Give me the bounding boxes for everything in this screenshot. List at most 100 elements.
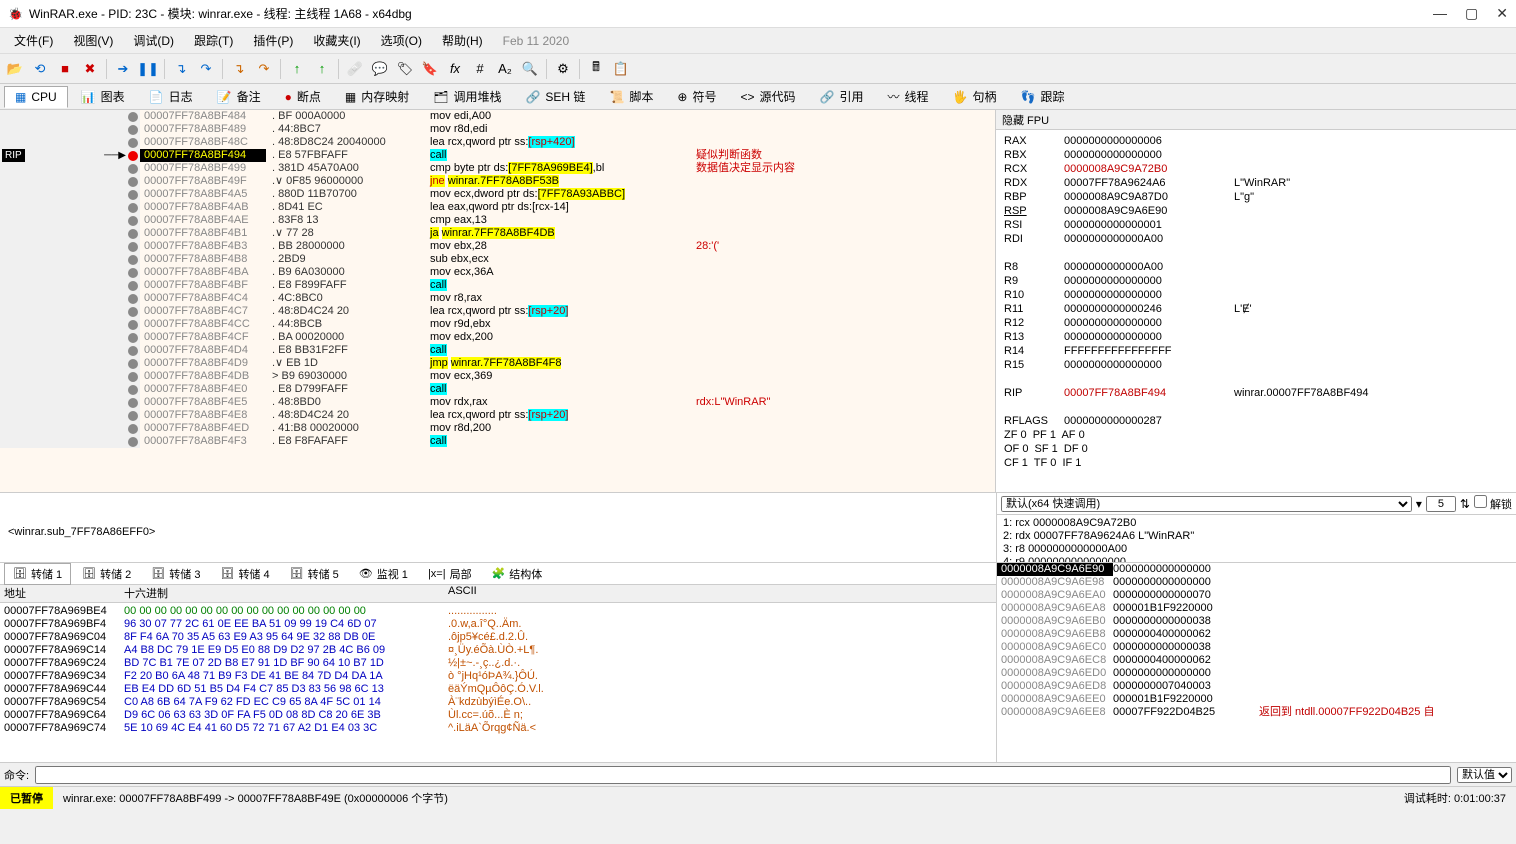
disasm-row[interactable]: 00007FF78A8BF4CF. BA 00020000mov edx,200 <box>0 331 995 344</box>
register-row[interactable]: RBP0000008A9C9A87D0L"g" <box>1004 190 1508 204</box>
breakpoint-dot[interactable] <box>128 411 138 421</box>
register-row[interactable]: RSP0000008A9C9A6E90 <box>1004 204 1508 218</box>
text-icon[interactable]: A₂ <box>494 58 516 80</box>
functions-icon[interactable]: fx <box>444 58 466 80</box>
run-to-user-icon[interactable]: ↑ <box>311 58 333 80</box>
disasm-row[interactable]: 00007FF78A8BF4E5. 48:8BD0mov rdx,raxrdx:… <box>0 396 995 409</box>
register-row[interactable]: RDX00007FF78A9624A6L"WinRAR" <box>1004 176 1508 190</box>
stack-row[interactable]: 0000008A9C9A6EC80000000400000062 <box>997 654 1516 667</box>
tab-breakpoints[interactable]: ●断点 <box>274 84 332 109</box>
tab-notes[interactable]: 📝备注 <box>206 84 272 109</box>
command-input[interactable] <box>35 766 1451 784</box>
stack-row[interactable]: 0000008A9C9A6E980000000000000000 <box>997 576 1516 589</box>
tab-refs[interactable]: 🔗引用 <box>809 84 875 109</box>
dump-row[interactable]: 00007FF78A969C44EB E4 DD 6D 51 B5 D4 F4 … <box>0 683 996 696</box>
breakpoint-dot[interactable] <box>128 203 138 213</box>
register-row[interactable] <box>1004 246 1508 260</box>
dump-row[interactable]: 00007FF78A969C048F F4 6A 70 35 A5 63 E9 … <box>0 631 996 644</box>
disasm-row[interactable]: 00007FF78A8BF4B1.∨ 77 28ja winrar.7FF78A… <box>0 227 995 240</box>
stack-row[interactable]: 0000008A9C9A6EE0000001B1F9220000 <box>997 693 1516 706</box>
minimize-button[interactable]: — <box>1433 5 1447 22</box>
disasm-row[interactable]: 00007FF78A8BF4ED. 41:B8 00020000mov r8d,… <box>0 422 995 435</box>
register-row[interactable]: RBX0000000000000000 <box>1004 148 1508 162</box>
dump-tab-2[interactable]: 🗄转储 2 <box>73 563 140 585</box>
disasm-row[interactable]: 00007FF78A8BF49F.∨ 0F85 96000000jne winr… <box>0 175 995 188</box>
menu-debug[interactable]: 调试(D) <box>125 29 182 52</box>
reg-header[interactable]: 隐藏 FPU <box>996 110 1516 130</box>
hash-icon[interactable]: # <box>469 58 491 80</box>
dump-row[interactable]: 00007FF78A969BF496 30 07 77 2C 61 0E EE … <box>0 618 996 631</box>
dump-row[interactable]: 00007FF78A969C745E 10 69 4C E4 41 60 D5 … <box>0 722 996 735</box>
stack-row[interactable]: 0000008A9C9A6EB00000000000000038 <box>997 615 1516 628</box>
maximize-button[interactable]: ▢ <box>1465 5 1478 22</box>
stack-row[interactable]: 0000008A9C9A6ED80000000007040003 <box>997 680 1516 693</box>
arrow-icon[interactable]: ▾ <box>1416 497 1422 511</box>
disasm-row[interactable]: 00007FF78A8BF484. BF 000A0000mov edi,A00 <box>0 110 995 123</box>
disasm-row[interactable]: 00007FF78A8BF4AE. 83F8 13cmp eax,13 <box>0 214 995 227</box>
breakpoint-dot[interactable] <box>128 255 138 265</box>
register-row[interactable]: R110000000000000246L'Ɇ' <box>1004 302 1508 316</box>
step-into-icon[interactable]: ↴ <box>170 58 192 80</box>
pause-icon[interactable]: ❚❚ <box>137 58 159 80</box>
stack-row[interactable]: 0000008A9C9A6E900000000000000000 <box>997 563 1516 576</box>
tab-cpu[interactable]: ▦CPU <box>4 86 68 108</box>
calc-icon[interactable]: 🖩 <box>585 58 607 80</box>
tab-graph[interactable]: 📊图表 <box>70 84 136 109</box>
menu-trace[interactable]: 跟踪(T) <box>186 29 241 52</box>
clipboard-icon[interactable]: 📋 <box>610 58 632 80</box>
disasm-row[interactable]: 00007FF78A8BF4CC. 44:8BCBmov r9d,ebx <box>0 318 995 331</box>
breakpoint-dot[interactable] <box>128 437 138 447</box>
breakpoint-dot[interactable] <box>128 385 138 395</box>
register-row[interactable]: R80000000000000A00 <box>1004 260 1508 274</box>
tab-memmap[interactable]: ▦内存映射 <box>334 84 420 109</box>
disasm-row[interactable]: 00007FF78A8BF4E0. E8 D799FAFFcall <box>0 383 995 396</box>
breakpoint-dot[interactable] <box>128 359 138 369</box>
dump-tab-5[interactable]: 🗄转储 5 <box>281 563 348 585</box>
menu-file[interactable]: 文件(F) <box>6 29 61 52</box>
breakpoint-dot[interactable] <box>128 229 138 239</box>
disasm-row[interactable]: 00007FF78A8BF4D9.∨ EB 1Djmp winrar.7FF78… <box>0 357 995 370</box>
disasm-row[interactable]: 00007FF78A8BF4BF. E8 F899FAFFcall <box>0 279 995 292</box>
trace-over-icon[interactable]: ↷ <box>253 58 275 80</box>
register-row[interactable] <box>1004 372 1508 386</box>
stop-icon[interactable]: ■ <box>54 58 76 80</box>
register-row[interactable] <box>1004 400 1508 414</box>
dump-row[interactable]: 00007FF78A969C34F2 20 B0 6A 48 71 B9 F3 … <box>0 670 996 683</box>
tab-source[interactable]: <>源代码 <box>729 84 806 109</box>
unlock-checkbox[interactable] <box>1474 495 1487 508</box>
register-row[interactable]: RIP00007FF78A8BF494winrar.00007FF78A8BF4… <box>1004 386 1508 400</box>
command-default-select[interactable]: 默认值 <box>1457 767 1512 783</box>
disasm-row[interactable]: 00007FF78A8BF48C. 48:8D8C24 20040000lea … <box>0 136 995 149</box>
dump-row[interactable]: 00007FF78A969C14A4 B8 DC 79 1E E9 D5 E0 … <box>0 644 996 657</box>
dump-tab-3[interactable]: 🗄转储 3 <box>142 563 209 585</box>
breakpoint-dot[interactable] <box>128 294 138 304</box>
open-icon[interactable]: 📂 <box>4 58 26 80</box>
comments-icon[interactable]: 💬 <box>369 58 391 80</box>
breakpoint-dot[interactable] <box>128 164 138 174</box>
restart-icon[interactable]: ⟲ <box>29 58 51 80</box>
tab-trace[interactable]: 👣跟踪 <box>1009 84 1075 109</box>
run-to-return-icon[interactable]: ↑ <box>286 58 308 80</box>
disasm-row[interactable]: 00007FF78A8BF4DB> B9 69030000mov ecx,369 <box>0 370 995 383</box>
stack-pane[interactable]: 0000008A9C9A6E9000000000000000000000008A… <box>996 563 1516 762</box>
disasm-row[interactable]: 00007FF78A8BF4BA. B9 6A030000mov ecx,36A <box>0 266 995 279</box>
registers-pane[interactable]: 隐藏 FPU RAX0000000000000006RBX00000000000… <box>996 110 1516 492</box>
stack-row[interactable]: 0000008A9C9A6EE800007FF922D04B25返回到 ntdl… <box>997 706 1516 719</box>
patches-icon[interactable]: 🩹 <box>344 58 366 80</box>
register-row[interactable]: RDI0000000000000A00 <box>1004 232 1508 246</box>
labels-icon[interactable]: 🏷 <box>394 58 416 80</box>
dump-tab-4[interactable]: 🗄转储 4 <box>211 563 278 585</box>
bookmarks-icon[interactable]: 🔖 <box>419 58 441 80</box>
disasm-row[interactable]: 00007FF78A8BF4AB. 8D41 EClea eax,qword p… <box>0 201 995 214</box>
disasm-row[interactable]: 00007FF78A8BF4B3. BB 28000000mov ebx,282… <box>0 240 995 253</box>
stack-row[interactable]: 0000008A9C9A6EA8000001B1F9220000 <box>997 602 1516 615</box>
calling-convention-select[interactable]: 默认(x64 快速调用) <box>1001 496 1412 512</box>
breakpoint-dot[interactable] <box>128 281 138 291</box>
struct-tab[interactable]: 🧩结构体 <box>483 563 552 585</box>
dump-row[interactable]: 00007FF78A969C24BD 7C B1 7E 07 2D B8 E7 … <box>0 657 996 670</box>
breakpoint-dot[interactable] <box>128 242 138 252</box>
trace-into-icon[interactable]: ↴ <box>228 58 250 80</box>
breakpoint-dot[interactable] <box>128 372 138 382</box>
dump-row[interactable]: 00007FF78A969C64D9 6C 06 63 63 3D 0F FA … <box>0 709 996 722</box>
watch-tab[interactable]: 👁监视 1 <box>350 563 417 585</box>
